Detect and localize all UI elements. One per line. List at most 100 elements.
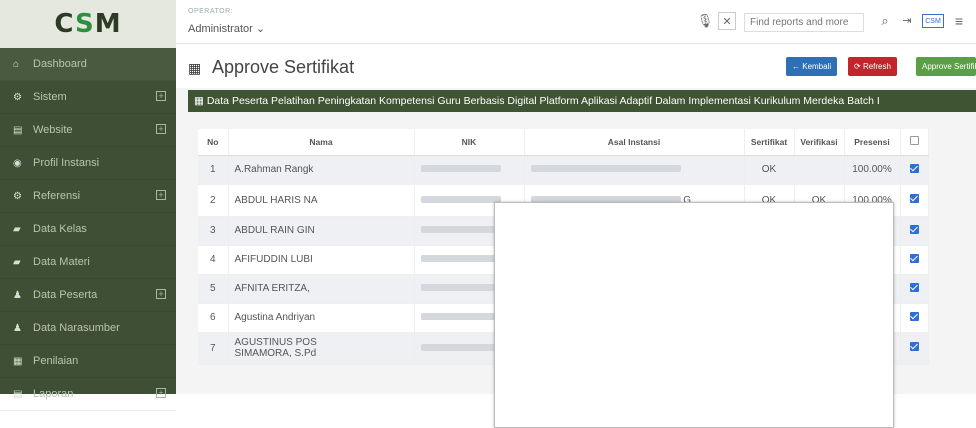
list-icon: ▦ — [13, 355, 23, 367]
logo[interactable]: CSM — [0, 0, 176, 48]
globe-icon: ◉ — [13, 157, 22, 169]
search-icon[interactable]: ⌕ — [876, 12, 894, 30]
row-checkbox[interactable] — [909, 163, 919, 173]
cell-nama: AGUSTINUS POS SIMAMORA, S.Pd — [228, 332, 415, 365]
redacted-bar — [420, 284, 501, 291]
sidebar-item-laporan[interactable]: ▤ Laporan + — [0, 378, 176, 411]
operator-dropdown[interactable]: Administrator ⌄ — [188, 22, 265, 35]
chart-icon: ▤ — [13, 124, 23, 136]
cell-nama-text: ABDUL RAIN GIN — [234, 225, 315, 236]
cell-presensi: 100.00% — [844, 155, 901, 185]
sidebar-item-profil-instansi[interactable]: ◉ Profil Instansi — [0, 147, 176, 180]
expand-plus-icon[interactable]: + — [156, 289, 166, 299]
sidebar-item-label: Sistem — [33, 91, 67, 103]
expand-plus-icon[interactable]: + — [156, 124, 166, 134]
sidebar-item-data-peserta[interactable]: ♟ Data Peserta + — [0, 279, 176, 312]
col-header-instansi[interactable]: Asal Instansi — [524, 129, 745, 156]
col-header-no[interactable]: No — [198, 129, 229, 156]
cell-no: 2 — [198, 184, 229, 217]
sidebar-item-label: Referensi — [33, 190, 81, 202]
sidebar-item-label: Data Peserta — [33, 289, 98, 301]
cell-nama-text: AGUSTINUS POS — [234, 337, 317, 348]
cell-nama-text: A.Rahman Rangk — [234, 164, 314, 175]
sidebar: CSM ⌂ Dashboard ⚙ Sistem + ▤ Website + ◉ Profil I… — [0, 0, 176, 411]
cell-select[interactable] — [900, 184, 929, 217]
sidebar-item-label: Data Kelas — [33, 223, 87, 235]
sidebar-item-label: Laporan — [33, 388, 74, 400]
gears-icon: ⚙ — [13, 190, 22, 202]
expand-plus-icon[interactable]: + — [156, 388, 166, 398]
chart-icon: ▤ — [13, 388, 23, 400]
col-header-presensi[interactable]: Presensi — [844, 129, 901, 156]
sidebar-item-data-kelas[interactable]: ▰ Data Kelas — [0, 213, 176, 246]
avatar[interactable]: CSM — [922, 14, 944, 28]
main-content: ▦ Approve Sertifikat ← Kembali ⟳ Refresh… — [176, 44, 976, 428]
redacted-bar — [420, 343, 501, 351]
expand-plus-icon[interactable]: + — [156, 190, 166, 200]
sidebar-item-website[interactable]: ▤ Website + — [0, 114, 176, 147]
cell-nama: ABDUL RAIN GIN — [228, 216, 415, 246]
panel-header: ▦ Data Peserta Pelatihan Peningkatan Kom… — [188, 90, 976, 112]
user-icon: ♟ — [13, 289, 22, 301]
cell-nama: A.Rahman Rangk — [228, 155, 415, 185]
cell-no: 4 — [198, 245, 229, 275]
select-all-checkbox[interactable] — [909, 136, 919, 146]
cell-no: 1 — [198, 155, 229, 185]
sidebar-item-referensi[interactable]: ⚙ Referensi + — [0, 180, 176, 213]
refresh-button[interactable]: ⟳ Refresh — [848, 57, 897, 76]
cell-nama-text: ABDUL HARIS NA — [234, 194, 318, 206]
redacted-bar — [420, 255, 501, 262]
cell-select[interactable] — [900, 274, 929, 304]
cell-no: 7 — [198, 332, 229, 365]
row-checkbox[interactable] — [909, 224, 919, 234]
expand-plus-icon[interactable]: + — [156, 91, 166, 101]
gears-icon: ⚙ — [13, 91, 22, 103]
logo-text: CSM — [54, 9, 122, 39]
sidebar-item-label: Website — [33, 124, 73, 136]
search-input[interactable] — [744, 13, 864, 32]
sidebar-item-penilaian[interactable]: ▦ Penilaian — [0, 345, 176, 378]
sidebar-item-label: Penilaian — [33, 355, 79, 367]
row-checkbox[interactable] — [909, 342, 919, 351]
back-button[interactable]: ← Kembali — [786, 57, 838, 76]
col-header-sertifikat[interactable]: Sertifikat — [744, 129, 795, 156]
row-checkbox[interactable] — [909, 194, 919, 203]
cell-nama: AFNITA ERITZA, — [228, 274, 415, 304]
sidebar-item-dashboard[interactable]: ⌂ Dashboard — [0, 48, 176, 81]
sidebar-item-data-narasumber[interactable]: ♟ Data Narasumber — [0, 312, 176, 345]
chevron-down-icon: ⌄ — [255, 23, 266, 35]
col-header-nik[interactable]: NIK — [414, 129, 525, 156]
row-checkbox[interactable] — [909, 311, 919, 321]
sidebar-item-label: Profil Instansi — [33, 157, 100, 169]
sidebar-item-label: Dashboard — [33, 58, 87, 70]
cell-nama-text-2: SIMAMORA, S.Pd — [234, 348, 317, 359]
table-row: 1 A.Rahman Rangk OK 100.00% — [198, 155, 929, 185]
cell-select[interactable] — [900, 303, 929, 333]
cell-select[interactable] — [900, 216, 929, 246]
menu-icon[interactable]: ≡ — [950, 12, 968, 30]
col-header-nama[interactable]: Nama — [228, 129, 415, 156]
col-header-select[interactable] — [900, 129, 929, 156]
redacted-bar — [420, 313, 501, 320]
expand-icon[interactable]: ✕ — [718, 12, 736, 30]
cell-no: 5 — [198, 274, 229, 304]
sidebar-item-sistem[interactable]: ⚙ Sistem + — [0, 81, 176, 114]
panel-title: Data Peserta Pelatihan Peningkatan Kompe… — [206, 95, 880, 107]
sidebar-item-label: Data Materi — [33, 256, 90, 268]
cell-nama-text: AFNITA ERITZA, — [234, 283, 310, 294]
sidebar-item-label: Data Narasumber — [33, 322, 120, 334]
row-checkbox[interactable] — [909, 282, 919, 292]
cell-nama: ABDUL HARIS NA — [228, 184, 415, 217]
cell-select[interactable] — [900, 155, 929, 185]
cell-select[interactable] — [900, 332, 929, 365]
logout-icon[interactable]: ⇥ — [898, 12, 916, 30]
row-checkbox[interactable] — [909, 253, 919, 263]
microphone-icon[interactable]: 🎙 — [696, 12, 714, 30]
cell-verifikasi — [794, 155, 845, 185]
approve-button[interactable]: Approve Sertifikat — [916, 57, 976, 76]
col-header-verifikasi[interactable]: Verifikasi — [794, 129, 845, 156]
cell-select[interactable] — [900, 245, 929, 275]
redacted-bar — [420, 226, 501, 233]
sidebar-item-data-materi[interactable]: ▰ Data Materi — [0, 246, 176, 279]
cell-no: 3 — [198, 216, 229, 246]
